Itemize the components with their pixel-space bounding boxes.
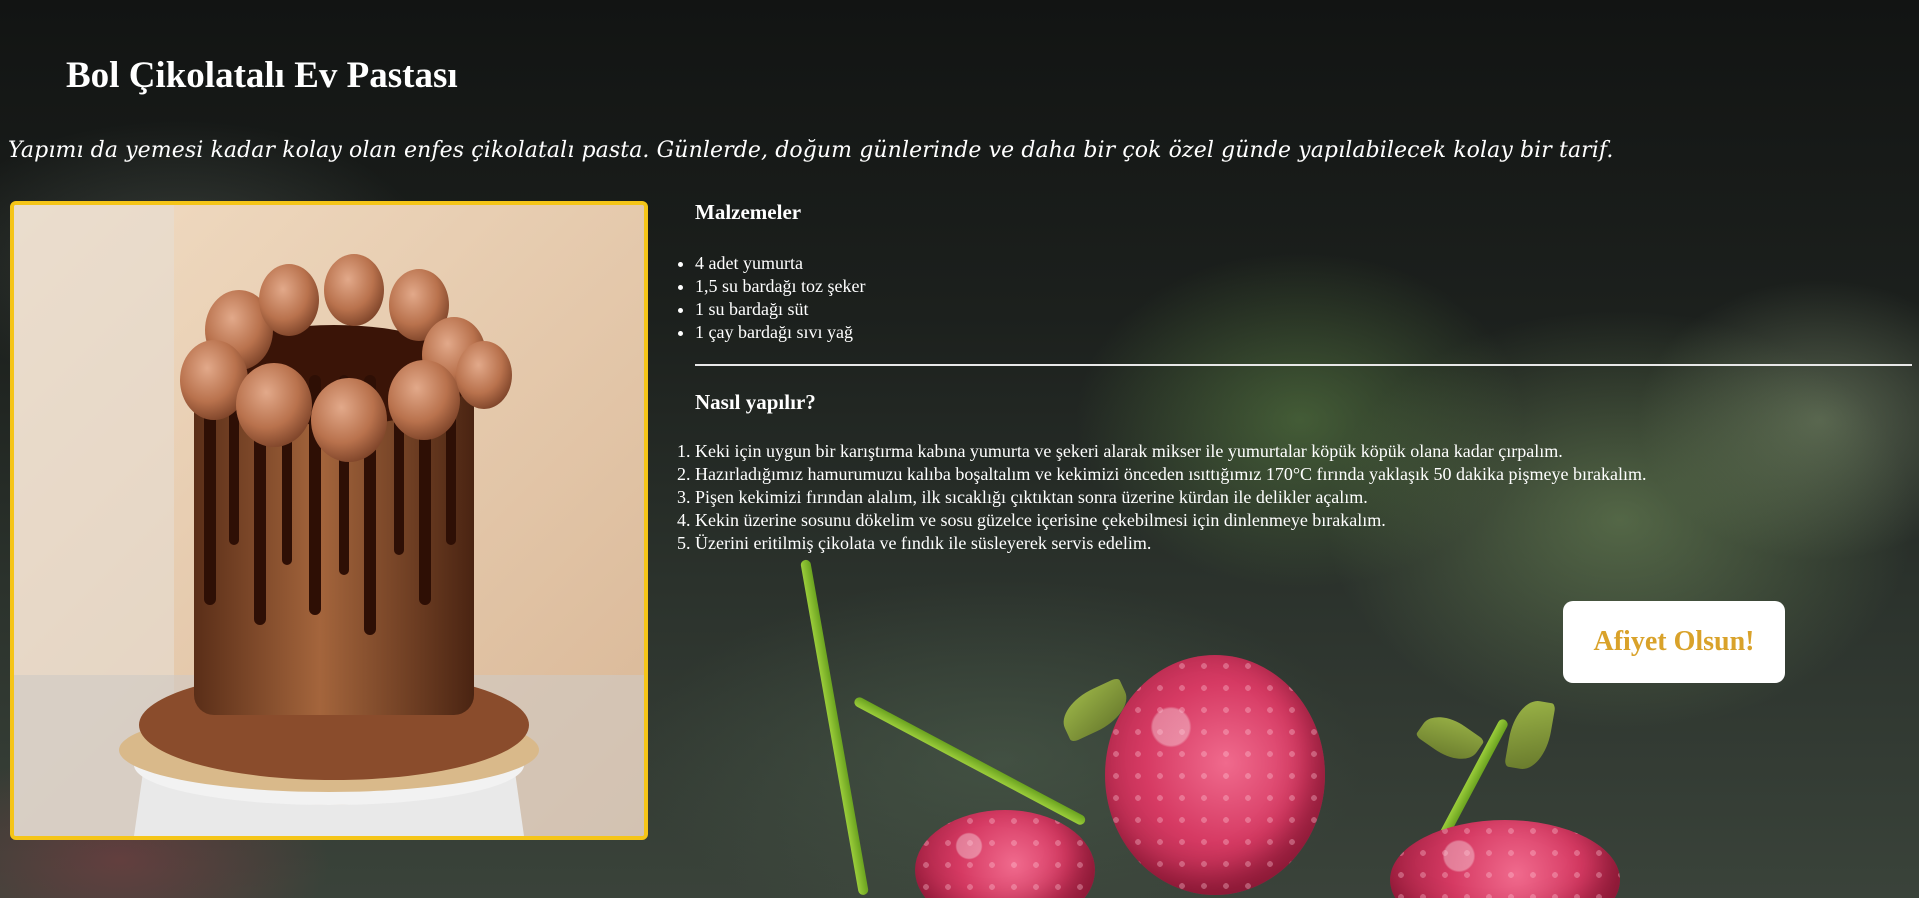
steps-list: Keki için uygun bir karıştırma kabına yu… bbox=[695, 440, 1646, 555]
step-item: Pişen kekimizi fırından alalım, ilk sıca… bbox=[695, 486, 1646, 509]
ingredient-item: 1 çay bardağı sıvı yağ bbox=[695, 321, 865, 344]
step-item: Hazırladığımız hamurumuzu kalıba boşalta… bbox=[695, 463, 1646, 486]
ingredients-heading: Malzemeler bbox=[695, 200, 802, 224]
ingredients-list: 4 adet yumurta 1,5 su bardağı toz şeker … bbox=[695, 252, 865, 344]
step-item: Üzerini eritilmiş çikolata ve fındık ile… bbox=[695, 532, 1646, 555]
ingredient-item: 4 adet yumurta bbox=[695, 252, 865, 275]
ingredient-item: 1 su bardağı süt bbox=[695, 298, 865, 321]
step-item: Kekin üzerine sosunu dökelim ve sosu güz… bbox=[695, 509, 1646, 532]
afiyet-olsun-button[interactable]: Afiyet Olsun! bbox=[1563, 601, 1785, 683]
cake-image bbox=[10, 201, 648, 840]
step-item: Keki için uygun bir karıştırma kabına yu… bbox=[695, 440, 1646, 463]
page-title: Bol Çikolatalı Ev Pastası bbox=[66, 55, 458, 96]
page-content: Bol Çikolatalı Ev Pastası Yapımı da yeme… bbox=[0, 0, 1919, 898]
page-subtitle: Yapımı da yemesi kadar kolay olan enfes … bbox=[8, 138, 1614, 163]
ingredient-item: 1,5 su bardağı toz şeker bbox=[695, 275, 865, 298]
section-divider bbox=[695, 364, 1912, 366]
steps-heading: Nasıl yapılır? bbox=[695, 390, 816, 414]
chocolate-cake-illustration bbox=[14, 205, 644, 836]
